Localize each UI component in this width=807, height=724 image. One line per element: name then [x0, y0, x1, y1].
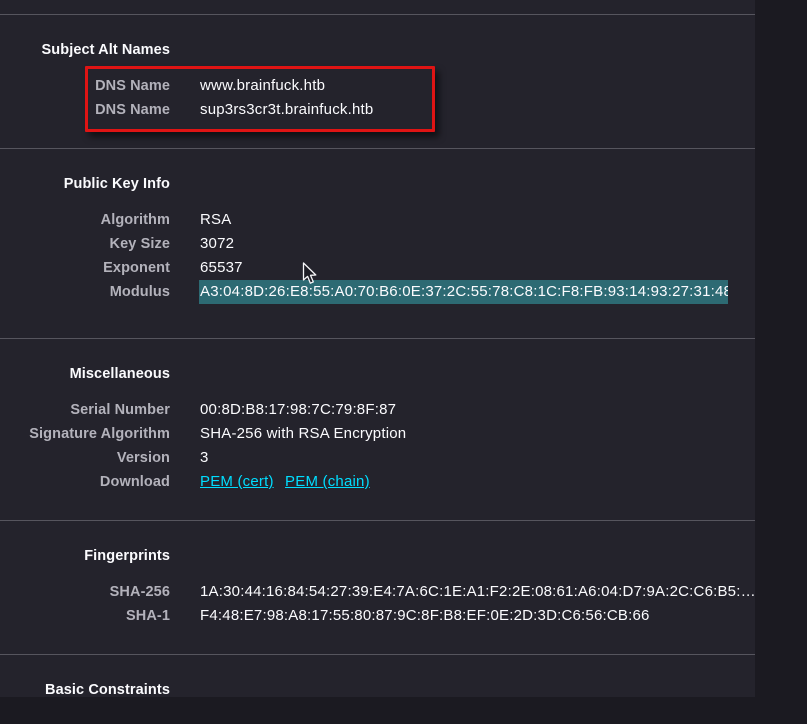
- dns-name-label: DNS Name: [0, 74, 170, 98]
- dns-name-value: sup3rs3cr3t.brainfuck.htb: [200, 98, 373, 122]
- section-title-miscellaneous: Miscellaneous: [0, 367, 170, 382]
- previous-section-remnant: [0, 0, 755, 14]
- modulus-label: Modulus: [0, 280, 170, 312]
- table-row: Download PEM (cert) PEM (chain): [0, 470, 755, 494]
- table-row: DNS Name sup3rs3cr3t.brainfuck.htb: [0, 98, 755, 122]
- version-value: 3: [200, 446, 209, 470]
- section-public-key-info: Public Key Info Algorithm RSA Key Size 3…: [0, 148, 755, 338]
- section-title-fingerprints: Fingerprints: [0, 549, 170, 564]
- section-fingerprints: Fingerprints SHA-256 1A:30:44:16:84:54:2…: [0, 520, 755, 654]
- section-title-basic-constraints: Basic Constraints: [0, 683, 170, 698]
- exponent-value: 65537: [200, 256, 243, 280]
- public-key-info-rows: Algorithm RSA Key Size 3072 Exponent 655…: [0, 208, 755, 312]
- signature-algorithm-value: SHA-256 with RSA Encryption: [200, 422, 406, 446]
- download-label: Download: [0, 470, 170, 494]
- key-size-value: 3072: [200, 232, 234, 256]
- table-row: Algorithm RSA: [0, 208, 755, 232]
- section-basic-constraints: Basic Constraints: [0, 654, 755, 724]
- section-subject-alt-names: Subject Alt Names DNS Name www.brainfuck…: [0, 14, 755, 148]
- certificate-viewer-panel: Subject Alt Names DNS Name www.brainfuck…: [0, 0, 755, 697]
- serial-number-label: Serial Number: [0, 398, 170, 422]
- table-row: Modulus A3:04:8D:26:E8:55:A0:70:B6:0E:37…: [0, 280, 755, 312]
- table-row: SHA-1 F4:48:E7:98:A8:17:55:80:87:9C:8F:B…: [0, 604, 755, 628]
- key-size-label: Key Size: [0, 232, 170, 256]
- serial-number-value: 00:8D:B8:17:98:7C:79:8F:87: [200, 398, 396, 422]
- table-row: Signature Algorithm SHA-256 with RSA Enc…: [0, 422, 755, 446]
- sha1-value: F4:48:E7:98:A8:17:55:80:87:9C:8F:B8:EF:0…: [200, 604, 650, 628]
- table-row: Exponent 65537: [0, 256, 755, 280]
- table-row: Version 3: [0, 446, 755, 470]
- sha256-value: 1A:30:44:16:84:54:27:39:E4:7A:6C:1E:A1:F…: [200, 580, 756, 604]
- table-row: SHA-256 1A:30:44:16:84:54:27:39:E4:7A:6C…: [0, 580, 755, 604]
- section-miscellaneous: Miscellaneous Serial Number 00:8D:B8:17:…: [0, 338, 755, 520]
- section-title-subject-alt-names: Subject Alt Names: [0, 43, 170, 58]
- table-row: Serial Number 00:8D:B8:17:98:7C:79:8F:87: [0, 398, 755, 422]
- miscellaneous-rows: Serial Number 00:8D:B8:17:98:7C:79:8F:87…: [0, 398, 755, 494]
- download-links: PEM (cert) PEM (chain): [200, 470, 377, 494]
- selected-text-highlight: A3:04:8D:26:E8:55:A0:70:B6:0E:37:2C:55:7…: [199, 280, 728, 304]
- sha1-label: SHA-1: [0, 604, 170, 628]
- dns-name-value: www.brainfuck.htb: [200, 74, 325, 98]
- modulus-value: A3:04:8D:26:E8:55:A0:70:B6:0E:37:2C:55:7…: [200, 280, 728, 312]
- signature-algorithm-label: Signature Algorithm: [0, 422, 170, 446]
- pem-chain-link[interactable]: PEM (chain): [285, 473, 370, 490]
- dns-name-label: DNS Name: [0, 98, 170, 122]
- section-title-public-key-info: Public Key Info: [0, 177, 170, 192]
- algorithm-value: RSA: [200, 208, 231, 232]
- fingerprints-rows: SHA-256 1A:30:44:16:84:54:27:39:E4:7A:6C…: [0, 580, 755, 628]
- table-row: Key Size 3072: [0, 232, 755, 256]
- subject-alt-names-rows: DNS Name www.brainfuck.htb DNS Name sup3…: [0, 74, 755, 122]
- table-row: DNS Name www.brainfuck.htb: [0, 74, 755, 98]
- sha256-label: SHA-256: [0, 580, 170, 604]
- pem-cert-link[interactable]: PEM (cert): [200, 473, 274, 490]
- algorithm-label: Algorithm: [0, 208, 170, 232]
- exponent-label: Exponent: [0, 256, 170, 280]
- version-label: Version: [0, 446, 170, 470]
